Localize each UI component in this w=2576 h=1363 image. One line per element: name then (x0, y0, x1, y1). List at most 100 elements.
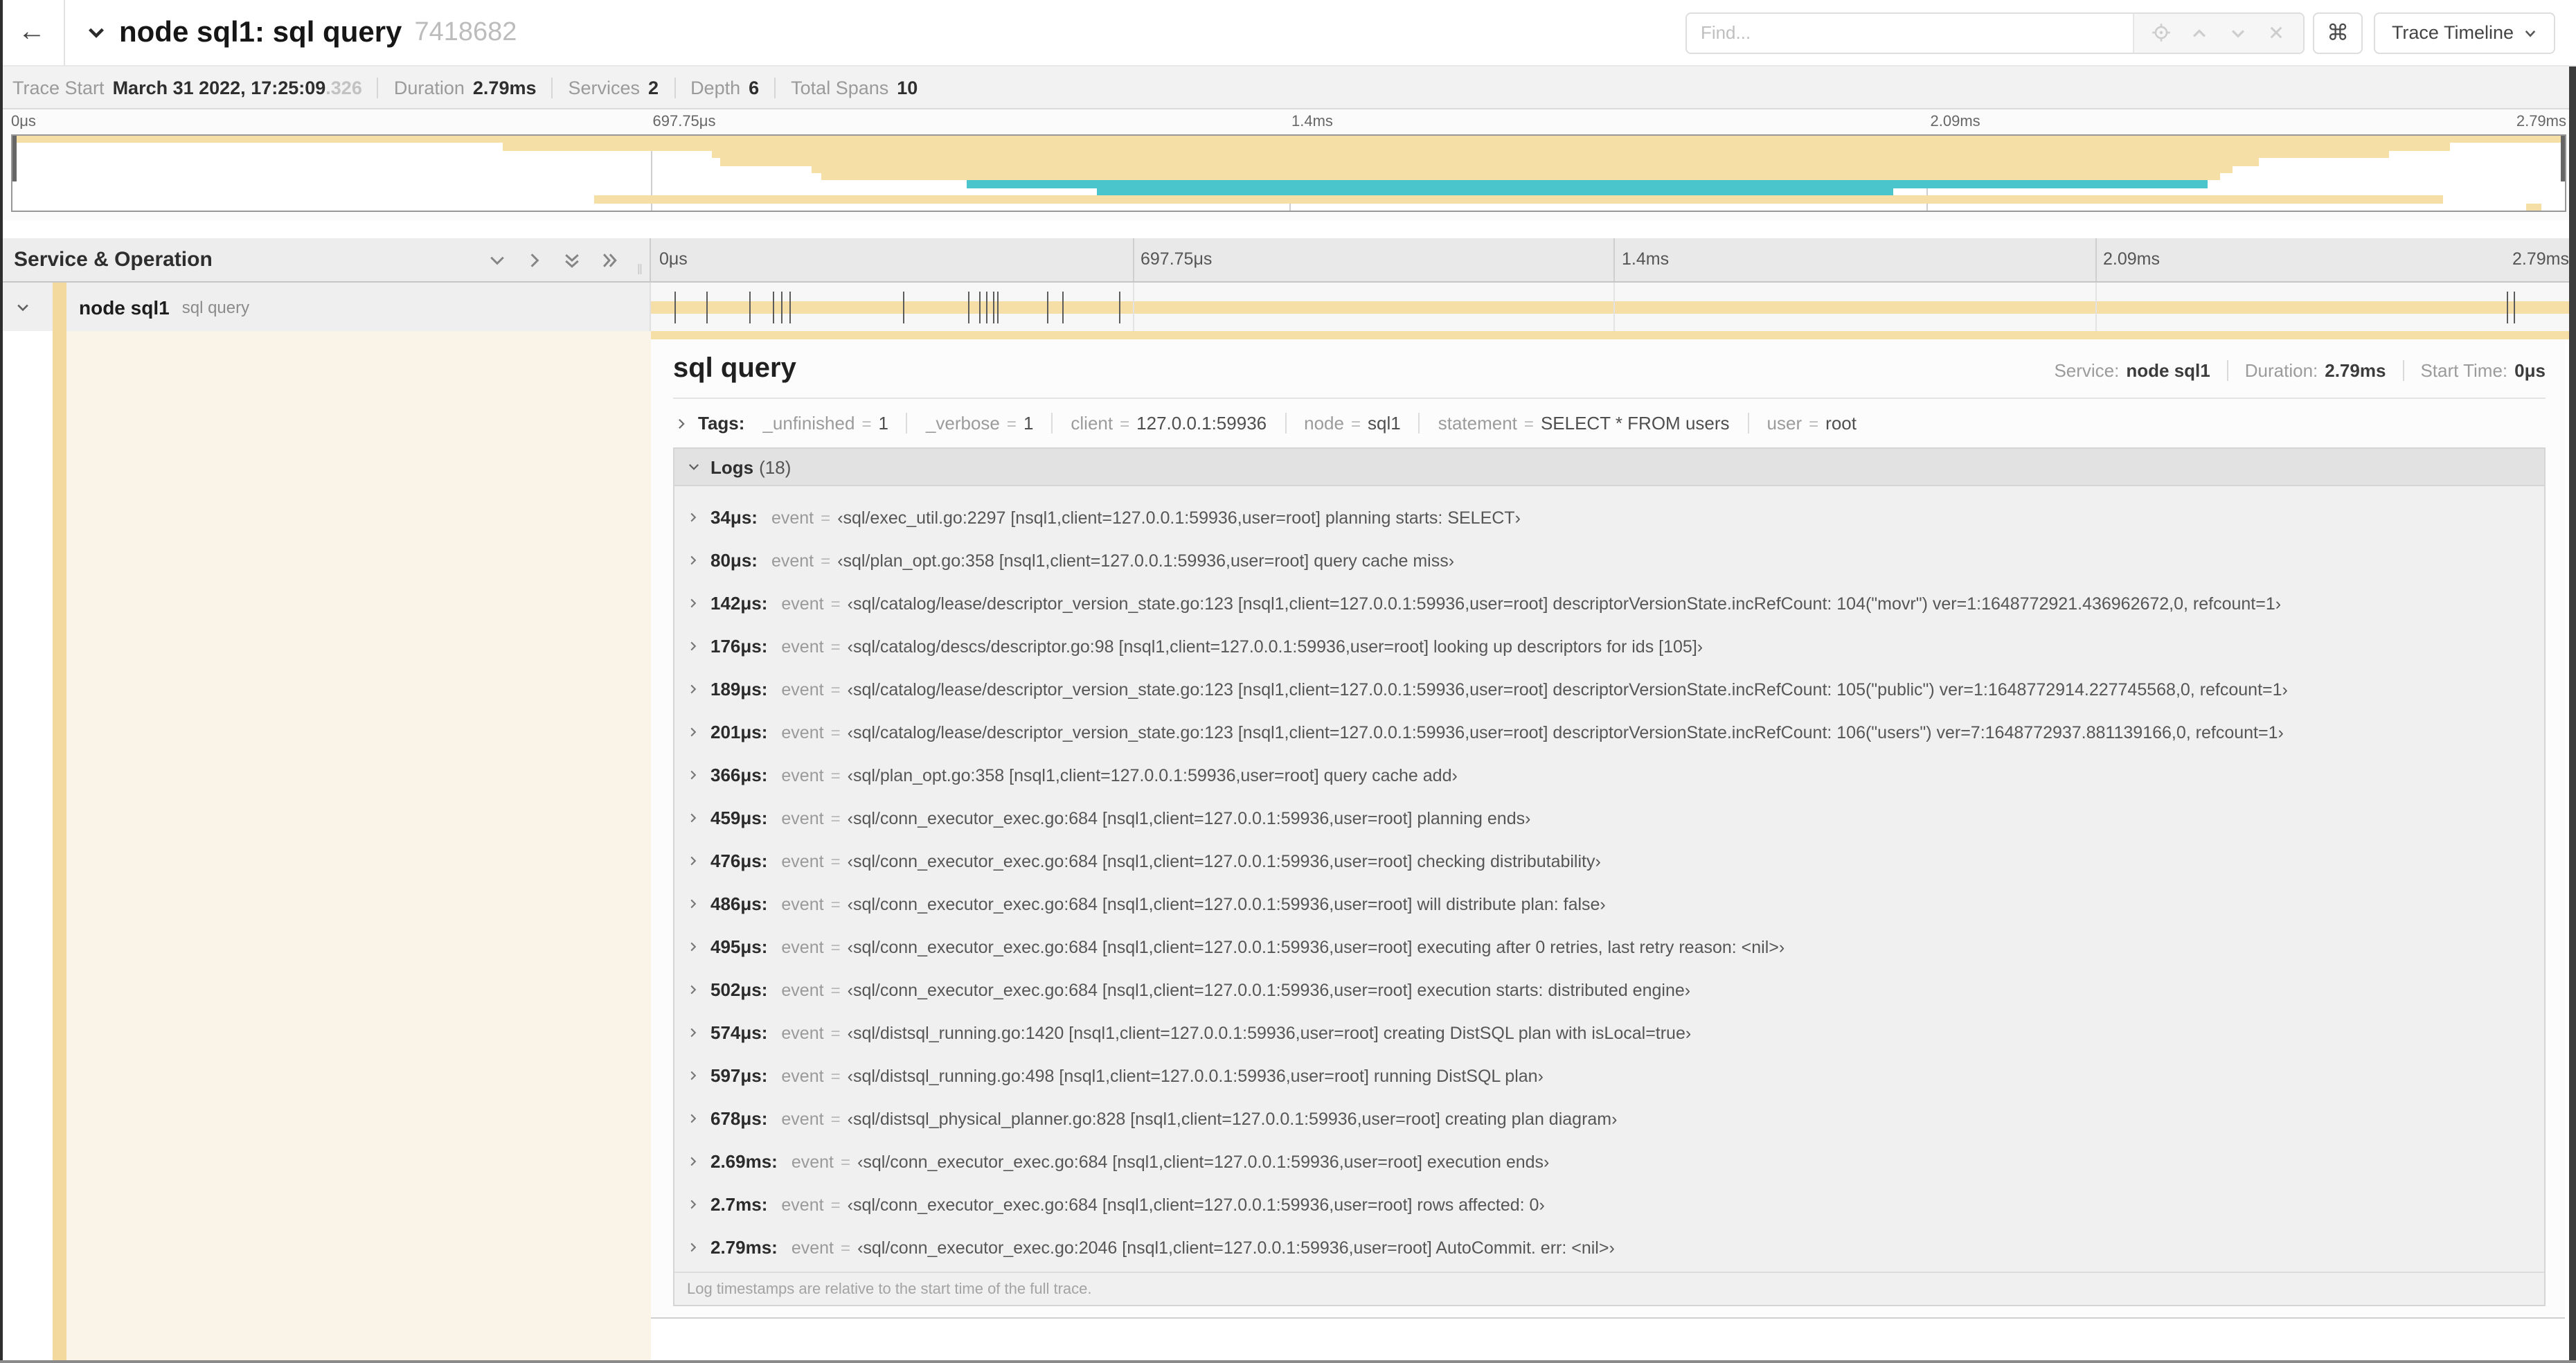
tag-value: sql1 (1368, 413, 1401, 434)
tags-row[interactable]: Tags: _unfinished = 1 _verbose = 1 client = 127.… (673, 399, 2546, 447)
log-row[interactable]: 597μs: event = ‹sql/distsql_running.go:498 … (687, 1054, 2533, 1097)
log-expand-chevron-icon[interactable] (687, 769, 699, 781)
trace-collapse-chevron-icon[interactable] (86, 22, 107, 43)
column-resize-handle[interactable]: ‖ (637, 263, 644, 278)
log-row[interactable]: 189μs: event = ‹sql/catalog/lease/descripto… (687, 668, 2533, 711)
collapse-one-icon[interactable] (488, 250, 507, 269)
expand-one-icon[interactable] (525, 250, 544, 269)
log-expand-chevron-icon[interactable] (687, 511, 699, 524)
log-row[interactable]: 201μs: event = ‹sql/catalog/lease/descripto… (687, 711, 2533, 754)
log-marker[interactable] (2514, 291, 2516, 323)
log-marker[interactable] (2507, 291, 2509, 323)
log-row[interactable]: 502μs: event = ‹sql/conn_executor_exec.go:6… (687, 968, 2533, 1011)
log-marker[interactable] (789, 291, 791, 323)
log-row[interactable]: 2.7ms: event = ‹sql/conn_executor_exec.go:6… (687, 1183, 2533, 1226)
log-row[interactable]: 678μs: event = ‹sql/distsql_physical_planne… (687, 1097, 2533, 1140)
log-equals: = (830, 636, 841, 656)
minimap-right-handle[interactable] (2561, 136, 2565, 182)
log-expand-chevron-icon[interactable] (687, 1026, 699, 1039)
tag-item[interactable]: node = sql1 (1285, 413, 1401, 434)
log-expand-chevron-icon[interactable] (687, 726, 699, 738)
find-input[interactable] (1686, 13, 2133, 52)
minimap-left-handle[interactable] (12, 136, 17, 182)
log-row[interactable]: 34μs: event = ‹sql/exec_util.go:2297 [nsql1… (687, 496, 2533, 539)
log-row[interactable]: 486μs: event = ‹sql/conn_executor_exec.go:6… (687, 882, 2533, 925)
log-marker[interactable] (706, 291, 708, 323)
log-field-key: event (781, 679, 824, 699)
log-field-value: ‹sql/distsql_physical_planner.go:828 [ns… (847, 1109, 1618, 1128)
log-marker[interactable] (1062, 291, 1064, 323)
log-expand-chevron-icon[interactable] (687, 1241, 699, 1254)
log-marker[interactable] (1046, 291, 1048, 323)
log-expand-chevron-icon[interactable] (687, 983, 699, 996)
match-case-icon[interactable] (2150, 21, 2172, 44)
span-row-name-column[interactable]: node sql1 sql query (0, 283, 651, 331)
expand-all-icon[interactable] (600, 250, 619, 269)
detail-left-fill (66, 331, 651, 1363)
find-prev-icon[interactable] (2188, 21, 2210, 44)
log-row[interactable]: 366μs: event = ‹sql/plan_opt.go:358 [nsql1,… (687, 754, 2533, 796)
log-row[interactable]: 574μs: event = ‹sql/distsql_running.go:1420… (687, 1011, 2533, 1054)
log-marker[interactable] (903, 291, 905, 323)
log-marker[interactable] (781, 291, 783, 323)
log-expand-chevron-icon[interactable] (687, 683, 699, 695)
tag-item[interactable]: statement = SELECT * FROM users (1418, 413, 1730, 434)
log-expand-chevron-icon[interactable] (687, 554, 699, 567)
service-color-accent (53, 331, 66, 1363)
tag-item[interactable]: _unfinished = 1 (762, 413, 888, 434)
logs-collapse-chevron-icon[interactable] (687, 460, 701, 474)
log-expand-chevron-icon[interactable] (687, 597, 699, 609)
logs-header[interactable]: Logs (18) (674, 449, 2544, 486)
log-marker[interactable] (674, 291, 676, 323)
log-field-key: event (781, 636, 824, 656)
log-field-value: ‹sql/plan_opt.go:358 [nsql1,client=127.0… (847, 765, 1458, 785)
tag-item[interactable]: client = 127.0.0.1:59936 (1051, 413, 1267, 434)
log-marker[interactable] (986, 291, 988, 323)
span-collapse-chevron-icon[interactable] (15, 299, 30, 314)
log-row[interactable]: 476μs: event = ‹sql/conn_executor_exec.go:6… (687, 839, 2533, 882)
top-bar: ← node sql1: sql query 7418682 Find... ⌘… (0, 0, 2576, 65)
keyboard-shortcuts-button[interactable]: ⌘ (2312, 12, 2363, 53)
log-timestamp: 678μs: (710, 1108, 768, 1129)
log-marker[interactable] (1118, 291, 1120, 323)
log-row[interactable]: 176μs: event = ‹sql/catalog/descs/descripto… (687, 625, 2533, 668)
log-expand-chevron-icon[interactable] (687, 812, 699, 824)
log-marker[interactable] (997, 291, 999, 323)
tags-expand-chevron-icon[interactable] (674, 416, 688, 430)
log-expand-chevron-icon[interactable] (687, 1112, 699, 1125)
log-row[interactable]: 459μs: event = ‹sql/conn_executor_exec.go:6… (687, 796, 2533, 839)
log-marker[interactable] (749, 291, 751, 323)
collapse-all-icon[interactable] (562, 250, 582, 269)
log-row[interactable]: 495μs: event = ‹sql/conn_executor_exec.go:6… (687, 925, 2533, 968)
minimap-canvas[interactable] (11, 134, 2566, 212)
log-row[interactable]: 142μs: event = ‹sql/catalog/lease/descripto… (687, 582, 2533, 625)
log-field-value: ‹sql/conn_executor_exec.go:684 [nsql1,cl… (847, 894, 1606, 914)
tag-item[interactable]: _verbose = 1 (906, 413, 1033, 434)
log-marker[interactable] (979, 291, 981, 323)
log-marker[interactable] (992, 291, 994, 323)
tag-item[interactable]: user = root (1747, 413, 1857, 434)
back-button[interactable]: ← (0, 0, 65, 65)
log-equals: = (830, 1195, 841, 1214)
log-expand-chevron-icon[interactable] (687, 898, 699, 910)
find-clear-icon[interactable] (2265, 21, 2287, 44)
log-marker[interactable] (967, 291, 969, 323)
log-marker[interactable] (772, 291, 774, 323)
vertical-scrollbar[interactable] (2569, 66, 2576, 1360)
span-row[interactable]: node sql1 sql query (0, 283, 2576, 331)
summary-item: Depth 6 (674, 77, 759, 98)
span-bar-track[interactable] (651, 283, 2576, 331)
log-expand-chevron-icon[interactable] (687, 640, 699, 652)
log-expand-chevron-icon[interactable] (687, 1198, 699, 1211)
log-row[interactable]: 2.69ms: event = ‹sql/conn_executor_exec.go:… (687, 1140, 2533, 1183)
log-expand-chevron-icon[interactable] (687, 1069, 699, 1082)
find-next-icon[interactable] (2227, 21, 2249, 44)
log-row[interactable]: 80μs: event = ‹sql/plan_opt.go:358 [nsql1,c… (687, 539, 2533, 582)
log-expand-chevron-icon[interactable] (687, 941, 699, 953)
log-row[interactable]: 2.79ms: event = ‹sql/conn_executor_exec.go:… (687, 1226, 2533, 1269)
grid-line (1132, 283, 1134, 331)
log-expand-chevron-icon[interactable] (687, 855, 699, 867)
log-expand-chevron-icon[interactable] (687, 1155, 699, 1168)
trace-view-selector[interactable]: Trace Timeline (2373, 12, 2555, 53)
tags-list: _unfinished = 1 _verbose = 1 client = 127.0.0.1:… (744, 413, 1857, 434)
